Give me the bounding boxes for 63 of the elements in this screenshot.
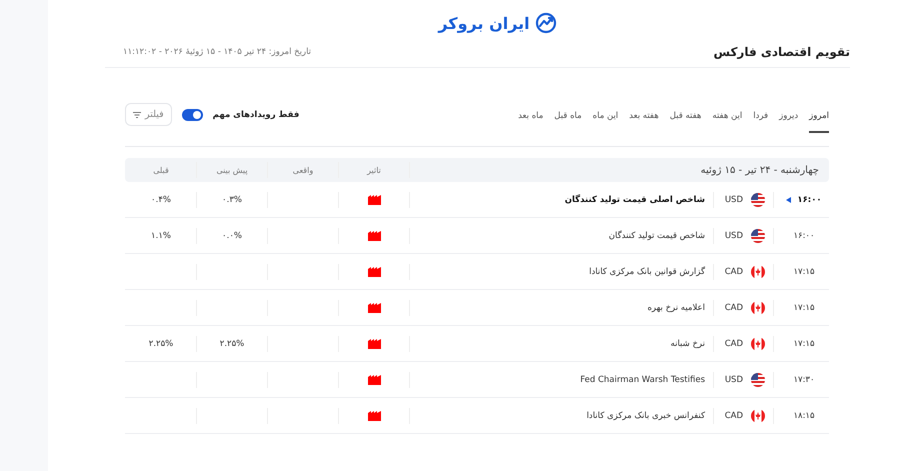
event-name: نرخ شبانه [670,338,705,348]
event-name: گزارش قوانین بانک مرکزی کانادا [589,266,705,276]
event-time: ۱۷:۱۵ [793,266,815,276]
currency-code: USD [724,374,743,384]
value-cell: ۰.۰% [222,230,242,240]
flag-icon [751,372,765,386]
currency-code: USD [724,230,743,240]
event-name: اعلامیه نرخ بهره [647,302,705,312]
toggle-switch[interactable] [182,108,203,120]
flag-icon [751,336,765,350]
value-cell: ۲.۲۵% [148,338,174,348]
period-tab[interactable]: ماه بعد [518,108,544,133]
currency-code: CAD [724,410,743,420]
toggle-label: فقط رویدادهای مهم [212,110,300,120]
period-tab[interactable]: این هفته [712,108,742,133]
filter-icon [133,110,141,118]
event-time: ۱۶:۰۰ [793,230,815,240]
currency-code: CAD [724,302,743,312]
period-tab[interactable]: فردا [753,108,768,133]
factory-icon [368,266,380,276]
currency-code: USD [724,194,743,204]
factory-icon [368,302,380,312]
event-time: ۱۷:۱۵ [793,338,815,348]
date-heading: چهارشنبه - ۲۴ تیر - ۱۵ ژوئیه [700,164,820,176]
value-cell: ۰.۴% [151,194,171,204]
event-time: ۱۷:۳۰ [793,374,815,384]
flag-icon [751,228,765,242]
value-cell: ۰.۳% [222,194,242,204]
factory-icon [368,338,380,348]
event-time: ۱۷:۱۵ [793,302,815,312]
event-name: Fed Chairman Warsh Testifies [580,374,705,384]
period-tab[interactable]: دیروز [779,108,798,133]
period-tab[interactable]: هفته قبل [670,108,702,133]
factory-icon [368,374,380,384]
event-time: ۱۸:۱۵ [793,410,815,420]
flag-icon [751,192,765,206]
factory-icon [368,230,380,240]
chart-logo-icon [534,12,557,34]
column-header: تاثیر [339,162,410,178]
current-date: تاریخ امروز: ۲۴ تیر ۱۴۰۵ - ۱۵ ژوئیهٔ ۲۰۲۶ - ۱۱:۱۲:۰۲ [123,47,312,57]
factory-icon [368,410,380,420]
event-name: کنفرانس خبری بانک مرکزی کانادا [586,410,705,420]
page-title: تقویم اقتصادی فارکس [713,45,850,59]
event-name: شاخص اصلی قیمت تولید کنندگان [564,194,705,204]
column-header: قبلی [126,162,197,178]
value-cell: ۱.۱% [151,230,171,240]
period-tab[interactable]: هفته بعد [629,108,659,133]
column-header: پیش بینی [197,162,268,178]
event-time: ۱۶:۰۰ [797,194,822,204]
flag-icon [751,300,765,314]
event-name: شاخص قیمت تولید کنندگان [608,230,705,240]
factory-icon [368,194,380,204]
logo-text: ایران بروکر [438,14,530,32]
currency-code: CAD [724,338,743,348]
period-tab[interactable]: امروز [809,108,829,133]
period-tab[interactable]: ماه قبل [554,108,582,133]
filter-button[interactable]: فیلتر [125,103,172,126]
column-header: واقعی [268,162,339,178]
flag-icon [751,264,765,278]
value-cell: ۲.۲۵% [220,338,244,348]
currency-code: CAD [724,266,743,276]
flag-icon [751,408,765,422]
period-tab[interactable]: این ماه [592,108,618,133]
